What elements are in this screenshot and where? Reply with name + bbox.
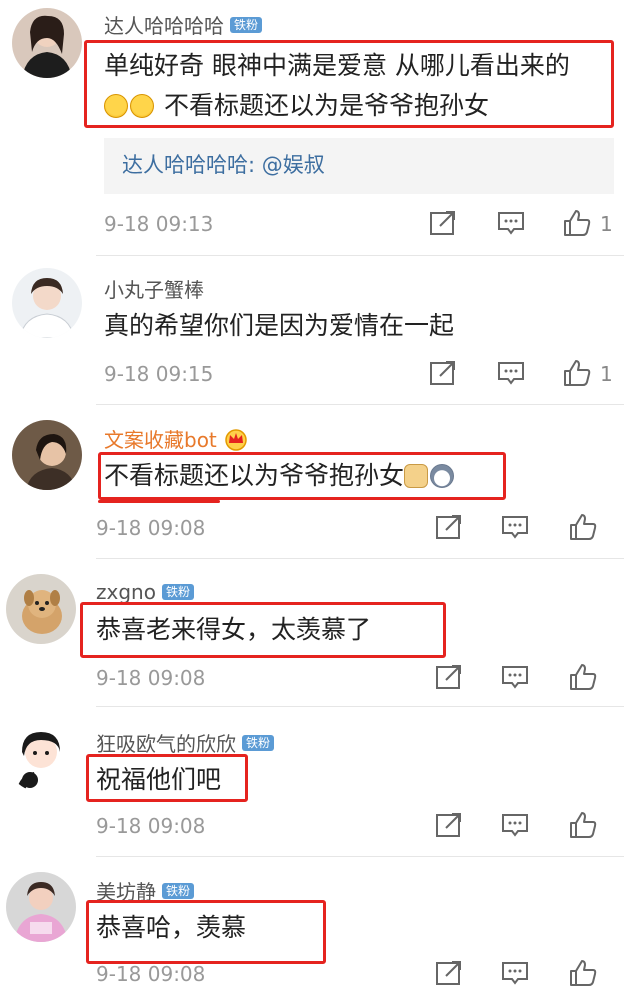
user-avatar[interactable] bbox=[6, 872, 76, 942]
repost-icon[interactable] bbox=[434, 958, 464, 988]
comment-icon[interactable] bbox=[500, 810, 530, 840]
username[interactable]: 达人哈哈哈哈 铁粉 bbox=[104, 10, 263, 39]
user-avatar[interactable] bbox=[6, 574, 76, 644]
repost-icon[interactable] bbox=[434, 662, 464, 692]
username-text[interactable]: 小丸子蟹棒 bbox=[104, 274, 204, 303]
reply-separator: : bbox=[248, 153, 256, 177]
divider bbox=[96, 856, 624, 857]
comment-icon[interactable] bbox=[500, 512, 530, 542]
like-count: 1 bbox=[600, 212, 613, 236]
username[interactable]: 文案收藏bot bbox=[104, 424, 249, 453]
like-icon[interactable] bbox=[568, 662, 598, 692]
underline-mark bbox=[98, 500, 220, 503]
user-avatar[interactable] bbox=[6, 722, 76, 792]
like-icon[interactable] bbox=[568, 958, 598, 988]
like-icon[interactable] bbox=[568, 512, 598, 542]
comment-icon[interactable] bbox=[500, 958, 530, 988]
username[interactable]: 狂吸欧气的欣欣 铁粉 bbox=[96, 728, 275, 757]
reply-line[interactable]: 达人哈哈哈哈: @娱叔 bbox=[122, 148, 325, 182]
comment-icon[interactable] bbox=[496, 208, 526, 238]
username-text[interactable]: zxgno bbox=[96, 580, 156, 604]
divider bbox=[96, 558, 624, 559]
comment-icon[interactable] bbox=[496, 358, 526, 388]
comment-text: 真的希望你们是因为爱情在一起 bbox=[104, 311, 455, 340]
highlight-box bbox=[80, 602, 446, 658]
username-text[interactable]: 文案收藏bot bbox=[104, 424, 217, 453]
highlight-box bbox=[86, 900, 326, 964]
comment-time: 9-18 09:08 bbox=[96, 814, 206, 838]
comment-icon[interactable] bbox=[500, 662, 530, 692]
fan-badge: 铁粉 bbox=[230, 16, 263, 33]
highlight-box bbox=[86, 754, 248, 802]
crown-icon bbox=[223, 427, 249, 451]
divider bbox=[96, 255, 624, 256]
comment-time: 9-18 09:08 bbox=[96, 666, 206, 690]
divider bbox=[96, 404, 624, 405]
username-text[interactable]: 达人哈哈哈哈 bbox=[104, 10, 224, 39]
divider bbox=[96, 706, 624, 707]
username-text[interactable]: 狂吸欧气的欣欣 bbox=[96, 728, 236, 757]
comment-time: 9-18 09:08 bbox=[96, 962, 206, 986]
repost-icon[interactable] bbox=[434, 512, 464, 542]
like-count: 1 bbox=[600, 362, 613, 386]
repost-icon[interactable] bbox=[428, 358, 458, 388]
username[interactable]: zxgno 铁粉 bbox=[96, 580, 194, 604]
repost-icon[interactable] bbox=[428, 208, 458, 238]
fan-badge: 铁粉 bbox=[161, 584, 194, 600]
username[interactable]: 小丸子蟹棒 bbox=[104, 274, 204, 303]
repost-icon[interactable] bbox=[434, 810, 464, 840]
like-icon[interactable] bbox=[562, 208, 592, 238]
fan-badge: 铁粉 bbox=[242, 734, 275, 751]
like-icon[interactable] bbox=[568, 810, 598, 840]
comment-time: 9-18 09:13 bbox=[104, 212, 214, 236]
user-avatar[interactable] bbox=[12, 268, 82, 338]
highlight-box bbox=[84, 40, 614, 128]
reply-username[interactable]: 达人哈哈哈哈 bbox=[122, 153, 248, 177]
highlight-box bbox=[98, 452, 506, 500]
comment-time: 9-18 09:08 bbox=[96, 516, 206, 540]
like-icon[interactable] bbox=[562, 358, 592, 388]
user-avatar[interactable] bbox=[12, 8, 82, 78]
reply-mention[interactable]: @娱叔 bbox=[262, 153, 325, 177]
user-avatar[interactable] bbox=[12, 420, 82, 490]
comment-time: 9-18 09:15 bbox=[104, 362, 214, 386]
fan-badge: 铁粉 bbox=[162, 882, 195, 899]
